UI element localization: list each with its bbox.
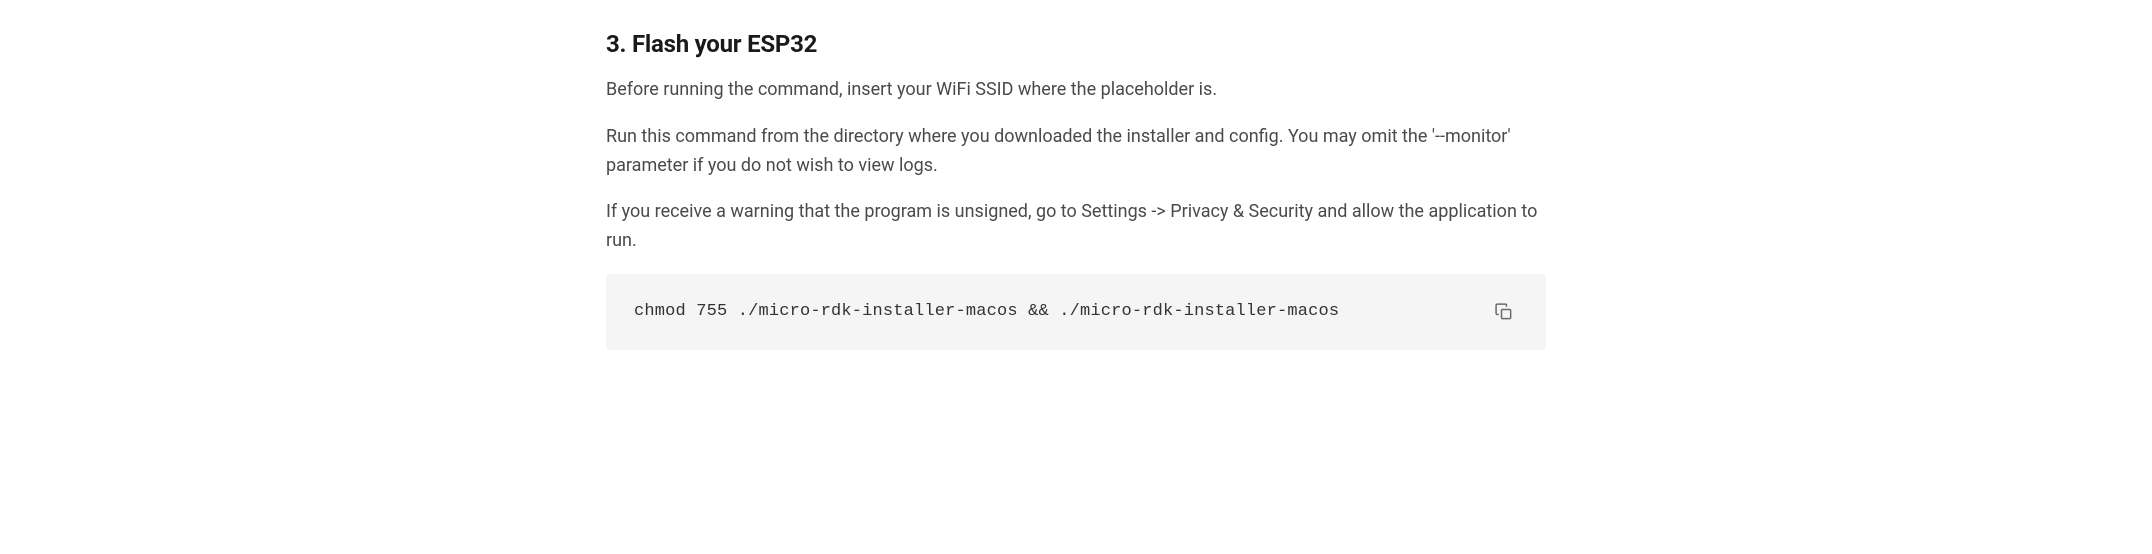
paragraph-3: If you receive a warning that the progra… xyxy=(606,198,1546,256)
paragraph-2: Run this command from the directory wher… xyxy=(606,123,1546,181)
paragraph-1: Before running the command, insert your … xyxy=(606,76,1546,105)
content-container: 3. Flash your ESP32 Before running the c… xyxy=(586,30,1566,350)
code-block: chmod 755 ./micro-rdk-installer-macos &&… xyxy=(606,274,1546,350)
copy-button[interactable] xyxy=(1490,298,1518,326)
copy-icon xyxy=(1494,302,1514,322)
section-heading: 3. Flash your ESP32 xyxy=(606,30,1546,58)
code-text: chmod 755 ./micro-rdk-installer-macos &&… xyxy=(634,302,1339,321)
